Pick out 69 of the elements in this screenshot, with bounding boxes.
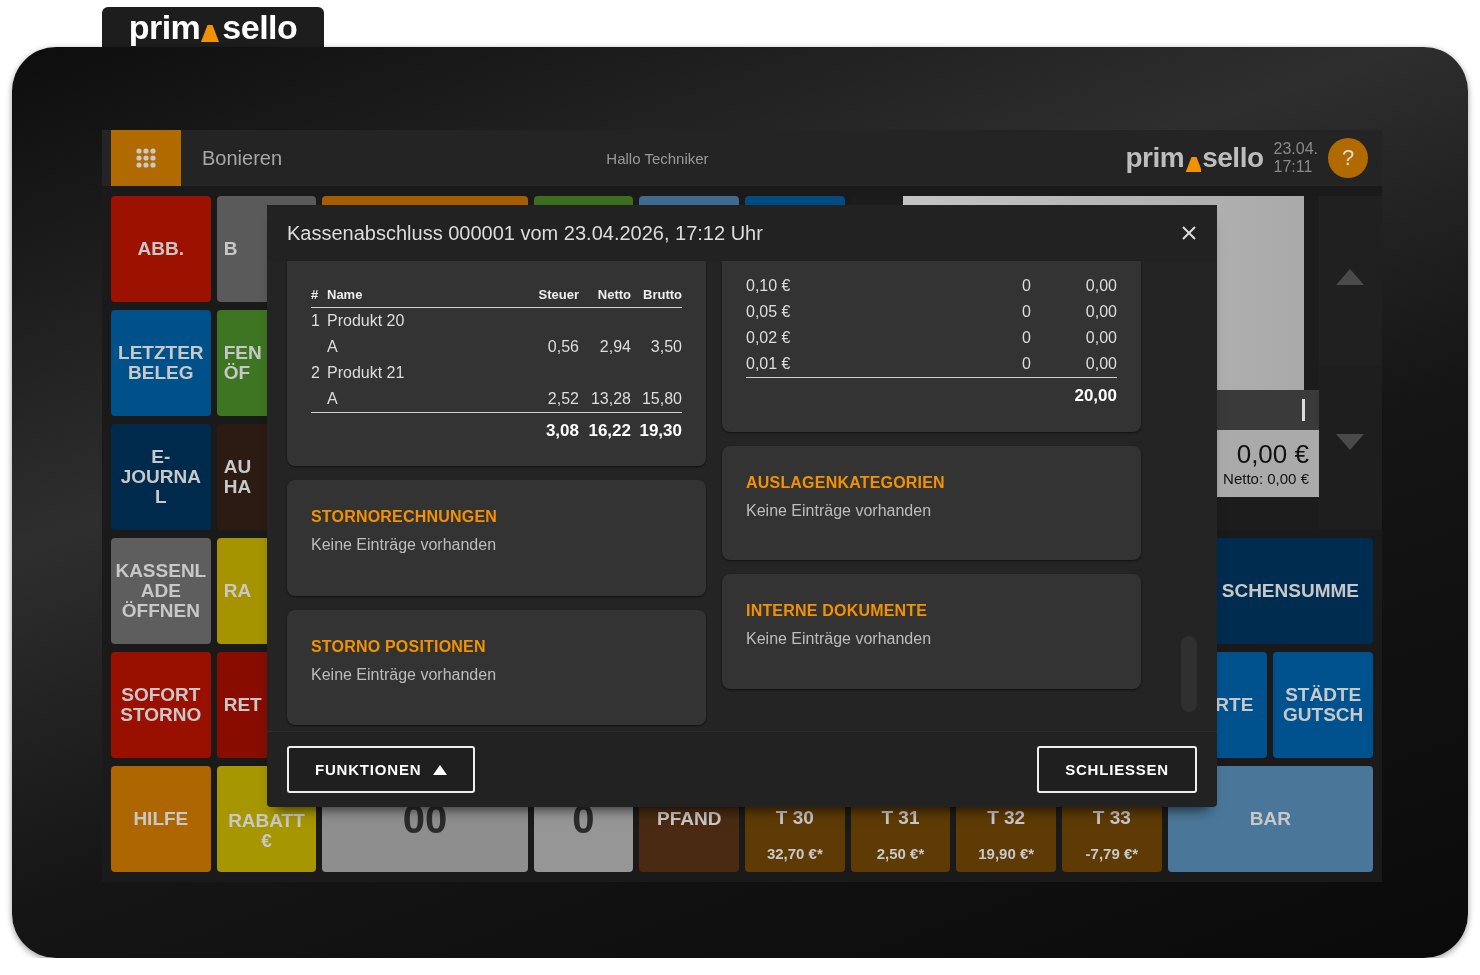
function-tile[interactable] bbox=[745, 196, 845, 205]
column-header: Brutto bbox=[642, 286, 682, 302]
logo-text: sello bbox=[222, 10, 298, 44]
column-header: # bbox=[311, 286, 320, 302]
total-amount: 0,00 € bbox=[1236, 438, 1309, 469]
table-cell-text: 3,50 bbox=[649, 338, 682, 356]
arrow-up-icon bbox=[1336, 268, 1365, 285]
total-cell-text: 3,08 bbox=[544, 421, 579, 441]
table-cell-text: 0 bbox=[1021, 329, 1031, 347]
empty-message: Keine Einträge vorhanden bbox=[746, 629, 933, 649]
table-cell-text: 0,01 € bbox=[746, 355, 792, 373]
table-cell-text: 0,00 bbox=[1084, 329, 1117, 347]
function-tile[interactable]: LETZTER BELEG bbox=[111, 310, 211, 416]
table-cell-text: 2,94 bbox=[598, 338, 631, 356]
table-cell-text: 0,00 bbox=[1084, 355, 1117, 373]
logo-text: prim bbox=[1125, 144, 1185, 172]
column-header: Name bbox=[327, 286, 364, 302]
page-title: Bonieren bbox=[202, 146, 283, 170]
logo-mark-icon bbox=[1185, 154, 1202, 172]
caret-up-icon bbox=[433, 764, 448, 775]
close-icon bbox=[1182, 226, 1196, 240]
time-text: 17:11 bbox=[1273, 158, 1314, 176]
help-button[interactable]: ? bbox=[1328, 138, 1368, 178]
section-title: AUSLAGENKATEGORIEN bbox=[746, 473, 946, 493]
logo-text: prim bbox=[128, 10, 201, 44]
table-cell-text: 0 bbox=[1021, 303, 1031, 321]
table-cell-text: 0,10 € bbox=[746, 277, 792, 295]
table-cell-text: 15,80 bbox=[640, 390, 682, 408]
table-cell-text: 0,02 € bbox=[746, 329, 792, 347]
function-tile[interactable]: E- JOURNA L bbox=[111, 424, 211, 530]
function-tile[interactable]: KASSENL ADE ÖFFNEN bbox=[111, 538, 211, 644]
close-button[interactable]: SCHLIESSEN bbox=[1037, 746, 1197, 793]
column-header: Steuer bbox=[537, 286, 579, 302]
table-cell-text: Produkt 20 bbox=[327, 312, 406, 330]
table-cell-text: 0 bbox=[1021, 355, 1031, 373]
table-cell-text: Produkt 21 bbox=[327, 364, 406, 382]
column-header: Netto bbox=[596, 286, 631, 302]
empty-message: Keine Einträge vorhanden bbox=[746, 501, 933, 521]
total-cell-text: 19,30 bbox=[638, 421, 682, 441]
grid-menu-icon bbox=[136, 148, 156, 168]
function-tile[interactable] bbox=[322, 196, 528, 205]
table-cell-text: 13,28 bbox=[589, 390, 631, 408]
table-cell-text: 2,52 bbox=[546, 390, 579, 408]
function-tile[interactable]: BAR bbox=[1167, 766, 1373, 872]
functions-button[interactable]: FUNKTIONEN bbox=[287, 746, 476, 793]
arrow-down-icon bbox=[1336, 433, 1365, 450]
function-tile[interactable]: SOFORT STORNO bbox=[111, 652, 211, 758]
total-cell-text: 16,22 bbox=[587, 421, 631, 441]
net-amount: Netto: 0,00 € bbox=[1223, 468, 1309, 489]
function-tile[interactable] bbox=[533, 196, 634, 205]
greeting-text: Hallo Techniker bbox=[606, 149, 709, 167]
text-cursor bbox=[1302, 399, 1305, 421]
logo-mark-icon bbox=[201, 22, 222, 44]
table-cell-text: 0,00 bbox=[1084, 277, 1117, 295]
function-tile[interactable] bbox=[639, 196, 739, 205]
table-cell-text: A bbox=[327, 338, 339, 356]
menu-button[interactable] bbox=[111, 130, 181, 186]
function-tile[interactable]: HILFE bbox=[111, 766, 211, 872]
logo-text: sello bbox=[1202, 144, 1264, 172]
date-text: 23.04. bbox=[1273, 140, 1318, 158]
table-cell-text: 0,00 bbox=[1084, 303, 1117, 321]
table-cell-text: A bbox=[327, 390, 339, 408]
function-tile[interactable]: ABB. bbox=[111, 196, 211, 302]
table-cell-text: 0 bbox=[1021, 277, 1031, 295]
section-title: INTERNE DOKUMENTE bbox=[746, 601, 929, 621]
function-tile[interactable]: STÄDTE GUTSCH bbox=[1273, 652, 1373, 758]
table-cell-text: 0,56 bbox=[546, 338, 579, 356]
table-cell-text: 0,05 € bbox=[746, 303, 792, 321]
total-cell: 20,00 bbox=[1074, 386, 1117, 406]
